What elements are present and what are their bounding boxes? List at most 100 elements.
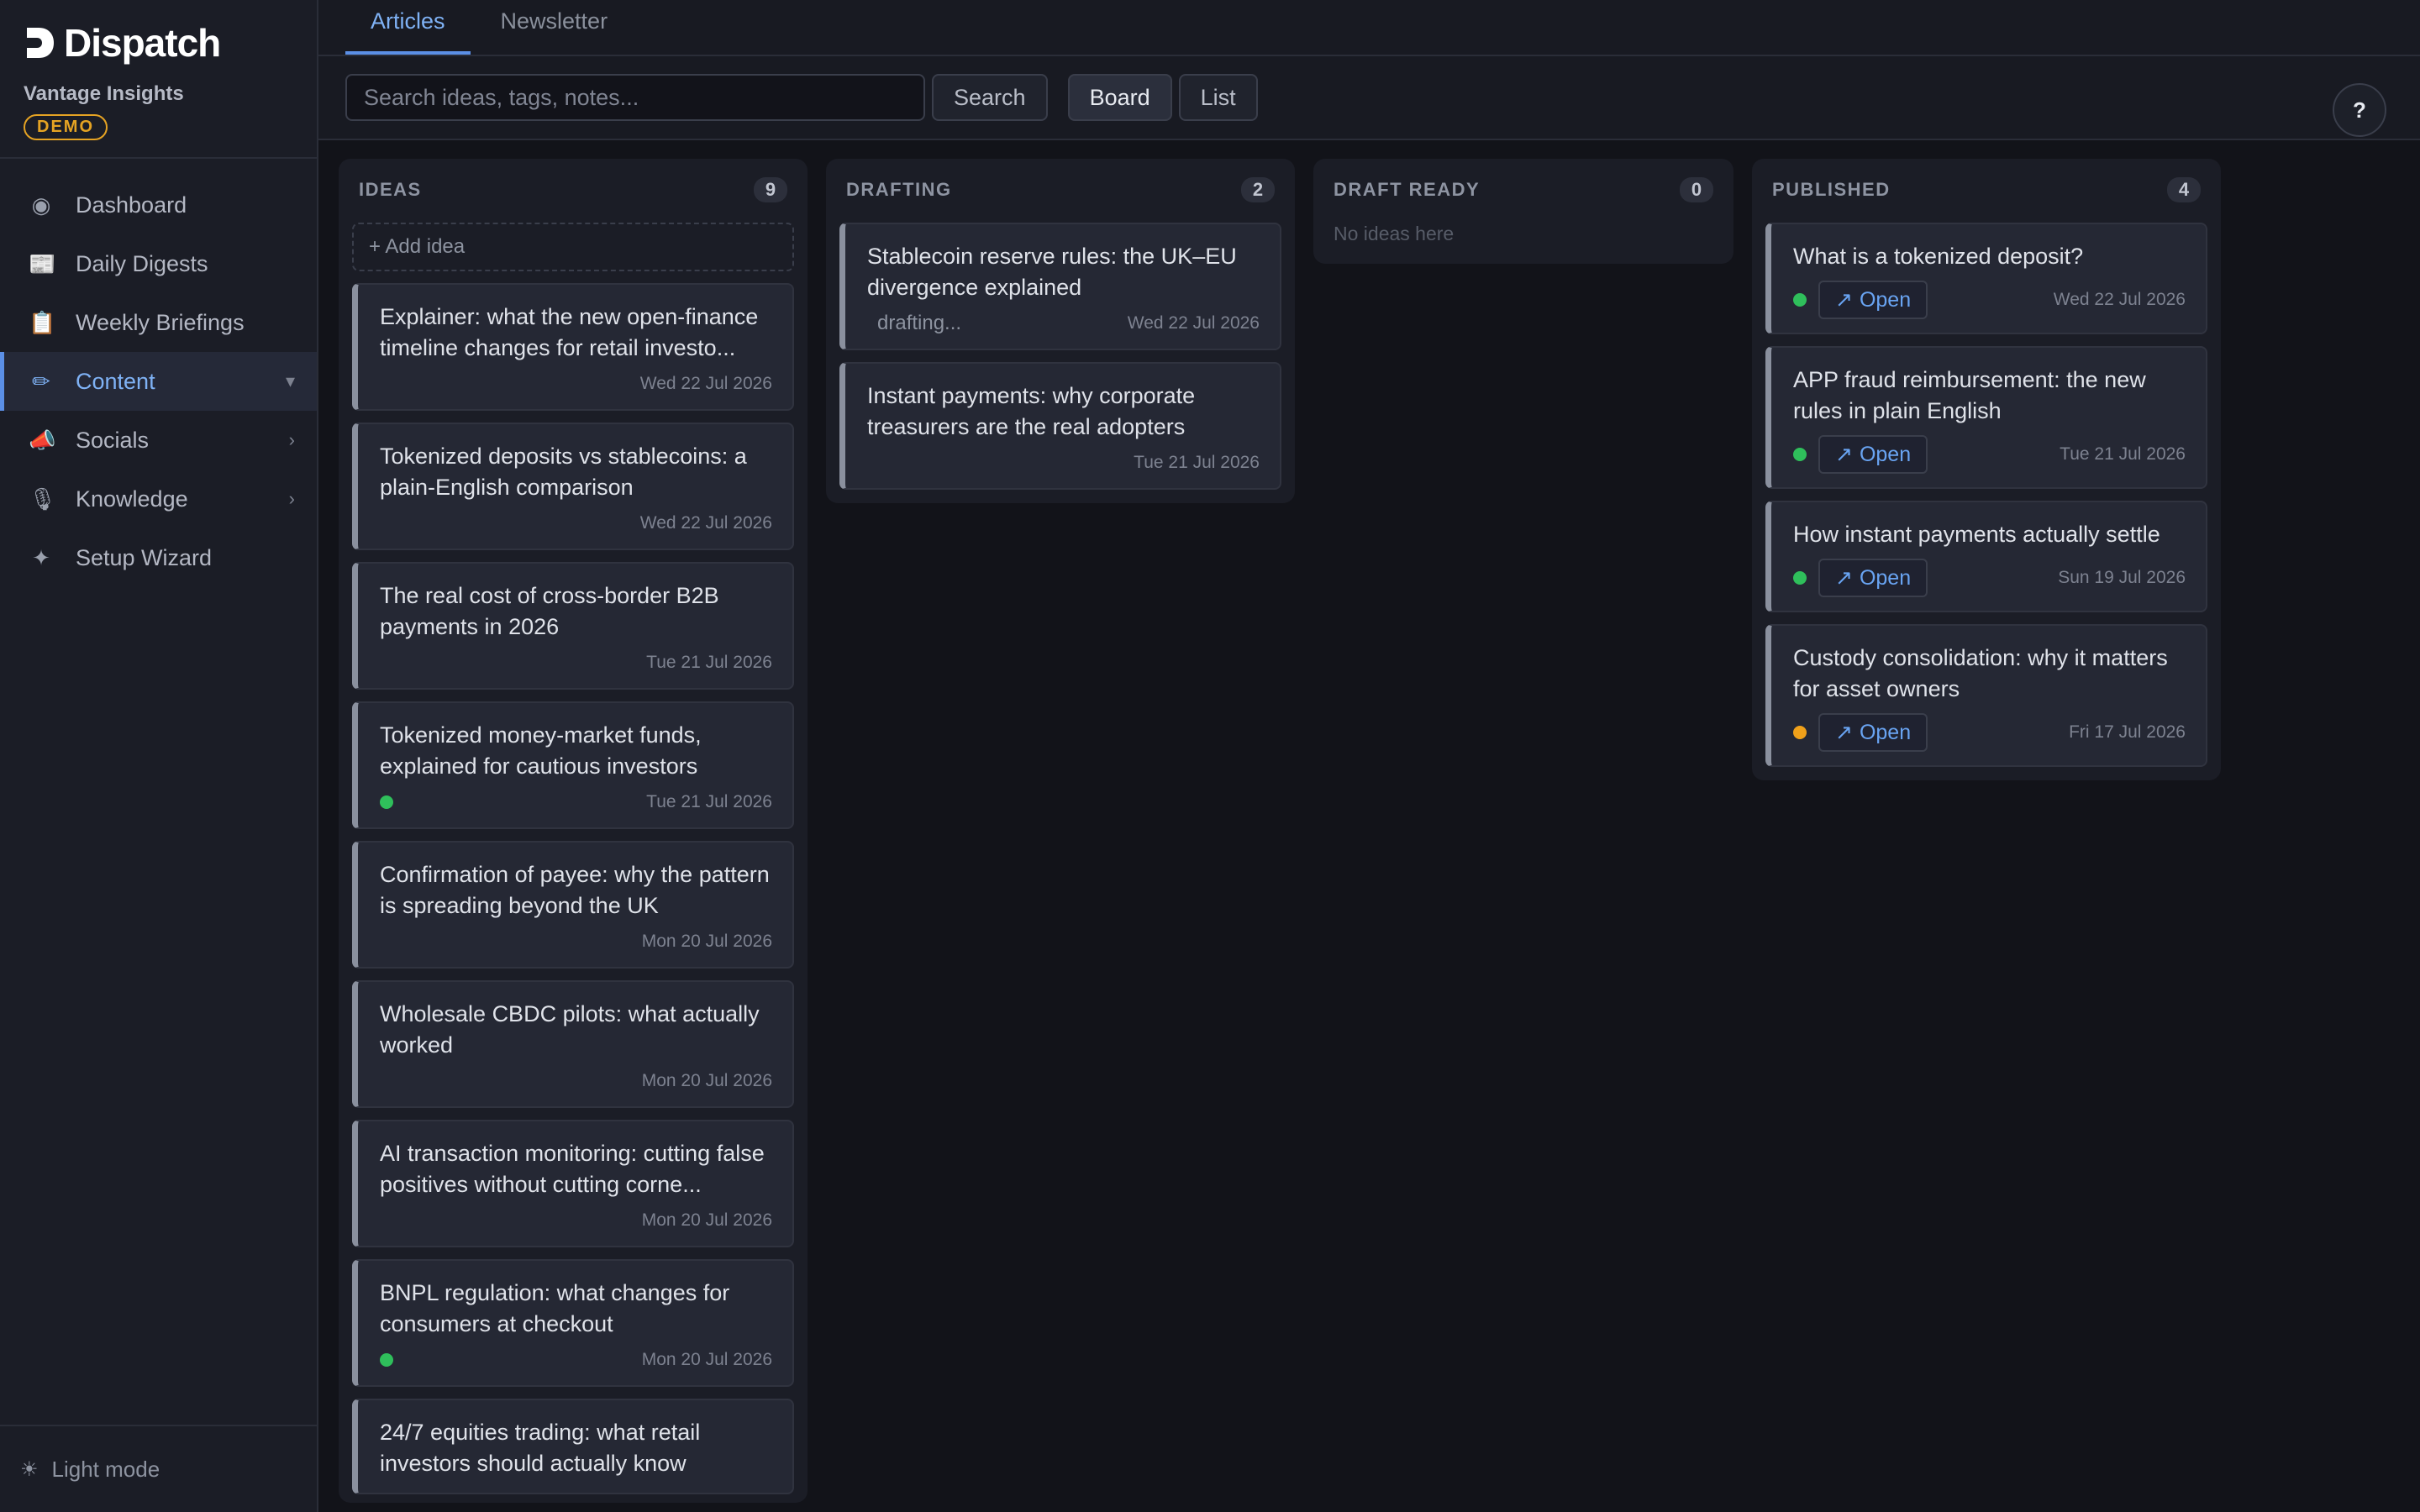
card-title: The real cost of cross-border B2B paymen… (380, 583, 719, 639)
sidebar-item-content[interactable]: ✏ Content ▾ (0, 352, 317, 411)
card-date: Mon 20 Jul 2026 (641, 1071, 772, 1090)
tab-newsletter[interactable]: Newsletter (476, 8, 634, 55)
newspaper-icon: 📰 (29, 250, 56, 276)
card-footer: Mon 20 Jul 2026 (380, 1209, 772, 1232)
card-footer: ↗ Open Wed 22 Jul 2026 (1793, 281, 2186, 319)
column-count: 4 (2167, 177, 2201, 202)
draft-card[interactable]: Instant payments: why corporate treasure… (839, 362, 1281, 490)
card-title: What is a tokenized deposit? (1793, 244, 2084, 269)
search-input[interactable] (345, 74, 925, 121)
board-view-button[interactable]: Board (1067, 74, 1172, 121)
add-idea-button[interactable]: + Add idea (352, 223, 794, 271)
sidebar-item-socials[interactable]: 📣 Socials › (0, 411, 317, 470)
idea-card[interactable]: Tokenized money-market funds, explained … (352, 701, 794, 829)
sidebar-item-knowledge[interactable]: 🎙 Knowledge › (0, 470, 317, 528)
card-date: Tue 21 Jul 2026 (1134, 453, 1260, 472)
column-published: PUBLISHED 4 What is a tokenized deposit?… (1752, 159, 2221, 780)
dashboard-icon: ◉ (31, 192, 51, 218)
published-card[interactable]: Custody consolidation: why it matters fo… (1765, 624, 2207, 767)
open-button[interactable]: ↗ Open (1818, 281, 1928, 319)
chevron-down-icon: ▾ (285, 370, 295, 391)
idea-card[interactable]: 24/7 equities trading: what retail inves… (352, 1399, 794, 1494)
external-link-icon: ↗ (1835, 443, 1853, 466)
open-label: Open (1859, 720, 1912, 744)
card-title: Custody consolidation: why it matters fo… (1793, 645, 2168, 701)
open-label: Open (1859, 287, 1912, 312)
idea-card[interactable]: Confirmation of payee: why the pattern i… (352, 841, 794, 969)
brand-row[interactable]: Dispatch (24, 21, 293, 65)
sidebar-item-label: Dashboard (76, 192, 187, 218)
open-button[interactable]: ↗ Open (1818, 713, 1928, 752)
card-footer: Tue 21 Jul 2026 (380, 790, 772, 814)
sidebar-item-dashboard[interactable]: ◉ Dashboard (0, 176, 317, 234)
card-date: Fri 17 Jul 2026 (2069, 722, 2186, 742)
card-footer: drafting... Wed 22 Jul 2026 (867, 312, 1260, 335)
open-button[interactable]: ↗ Open (1818, 559, 1928, 597)
brand-block: Dispatch Vantage Insights DEMO (0, 0, 317, 159)
brand-name: Dispatch (64, 21, 221, 65)
sidebar-item-weekly-briefings[interactable]: 📋 Weekly Briefings (0, 293, 317, 352)
column-header: DRAFTING 2 (839, 169, 1281, 211)
app-root: Dispatch Vantage Insights DEMO ◉ Dashboa… (0, 0, 2420, 1512)
card-footer: Wed 22 Jul 2026 (380, 512, 772, 535)
sidebar-item-label: Setup Wizard (76, 544, 213, 570)
sidebar-item-setup-wizard[interactable]: ✦ Setup Wizard (0, 528, 317, 587)
status-dot (1793, 571, 1807, 585)
idea-card[interactable]: The real cost of cross-border B2B paymen… (352, 562, 794, 690)
search-button[interactable]: Search (932, 74, 1048, 121)
card-date: Wed 22 Jul 2026 (639, 374, 772, 393)
card-footer: Wed 22 Jul 2026 (380, 372, 772, 396)
card-title: How instant payments actually settle (1793, 522, 2160, 547)
tab-bar: Articles Newsletter (318, 0, 2420, 56)
card-footer: ↗ Open Tue 21 Jul 2026 (1793, 435, 2186, 474)
list-view-button[interactable]: List (1178, 74, 1258, 121)
published-card[interactable]: How instant payments actually settle ↗ Op… (1765, 501, 2207, 612)
card-footer: Mon 20 Jul 2026 (380, 930, 772, 953)
column-header: PUBLISHED 4 (1765, 169, 2207, 211)
microphone-icon: 🎙 (29, 486, 57, 512)
column-header: DRAFT READY 0 (1327, 169, 1720, 211)
column-title: IDEAS (359, 179, 422, 200)
published-card[interactable]: APP fraud reimbursement: the new rules i… (1765, 346, 2207, 489)
sun-icon: ☀ (20, 1457, 39, 1481)
idea-card[interactable]: Explainer: what the new open-finance tim… (352, 283, 794, 411)
card-date: Wed 22 Jul 2026 (1127, 313, 1260, 333)
external-link-icon: ↗ (1835, 566, 1853, 590)
status-dot (380, 1353, 393, 1367)
card-footer: Tue 21 Jul 2026 (867, 451, 1260, 475)
idea-card[interactable]: AI transaction monitoring: cutting false… (352, 1120, 794, 1247)
idea-card[interactable]: BNPL regulation: what changes for consum… (352, 1259, 794, 1387)
demo-badge: DEMO (24, 114, 108, 140)
open-label: Open (1859, 442, 1912, 466)
sidebar-item-label: Weekly Briefings (76, 309, 245, 335)
tab-articles[interactable]: Articles (345, 8, 471, 55)
megaphone-icon: 📣 (29, 427, 56, 453)
column-header: IDEAS 9 (352, 169, 794, 211)
card-title: Tokenized money-market funds, explained … (380, 722, 702, 779)
card-footer: Mon 20 Jul 2026 (380, 1069, 772, 1093)
idea-card[interactable]: Tokenized deposits vs stablecoins: a pla… (352, 423, 794, 550)
drafting-status: drafting... (877, 312, 962, 334)
card-date: Tue 21 Jul 2026 (646, 792, 772, 811)
status-dot (380, 795, 393, 809)
column-count: 2 (1241, 177, 1275, 202)
idea-card[interactable]: Wholesale CBDC pilots: what actually wor… (352, 980, 794, 1108)
main-area: Articles Newsletter Search Board List ? … (318, 0, 2420, 1512)
draft-card[interactable]: Stablecoin reserve rules: the UK–EU dive… (839, 223, 1281, 350)
card-date: Mon 20 Jul 2026 (641, 932, 772, 951)
column-count: 9 (754, 177, 787, 202)
card-date: Tue 21 Jul 2026 (2060, 444, 2186, 464)
card-title: Wholesale CBDC pilots: what actually wor… (380, 1001, 760, 1058)
external-link-icon: ↗ (1835, 721, 1853, 744)
column-title: DRAFT READY (1334, 179, 1481, 200)
open-button[interactable]: ↗ Open (1818, 435, 1928, 474)
card-footer: ↗ Open Sun 19 Jul 2026 (1793, 559, 2186, 597)
sidebar-item-daily-digests[interactable]: 📰 Daily Digests (0, 234, 317, 293)
card-footer: Tue 21 Jul 2026 (380, 651, 772, 675)
card-title: Confirmation of payee: why the pattern i… (380, 862, 770, 918)
card-footer: ↗ Open Fri 17 Jul 2026 (1793, 713, 2186, 752)
light-mode-toggle[interactable]: ☀ Light mode (0, 1425, 317, 1512)
help-button[interactable]: ? (2333, 83, 2386, 137)
published-card[interactable]: What is a tokenized deposit? ↗ Open Wed 2… (1765, 223, 2207, 334)
status-dot (1793, 293, 1807, 307)
